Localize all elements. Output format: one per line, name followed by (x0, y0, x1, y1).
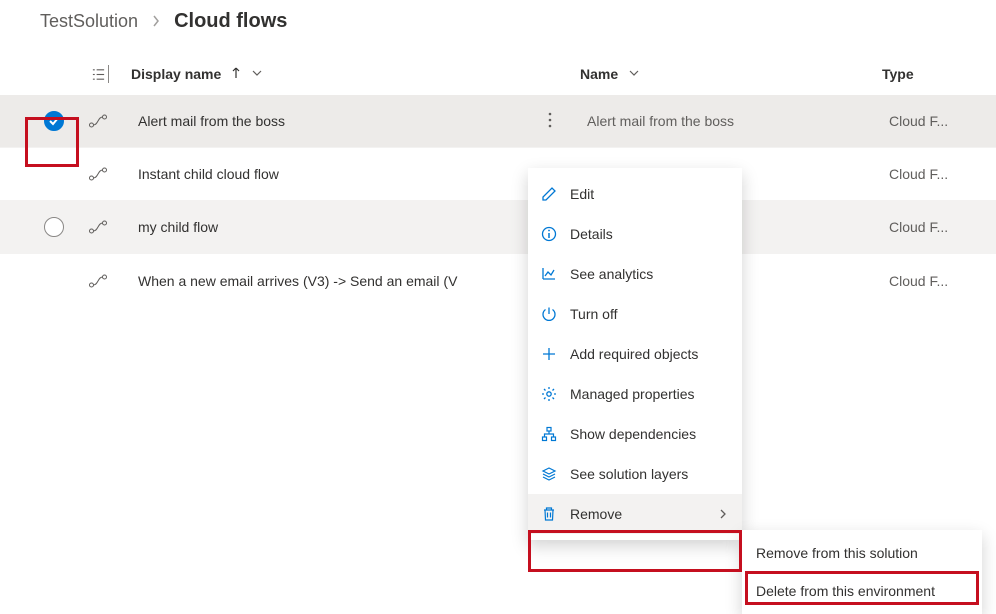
plus-icon (540, 345, 558, 363)
breadcrumb: TestSolution Cloud flows (0, 0, 996, 53)
table-row[interactable]: my child flow Cloud F... (0, 201, 996, 254)
checkbox-checked-icon (44, 111, 64, 131)
more-vertical-icon (548, 112, 552, 131)
row-checkbox[interactable] (28, 111, 80, 131)
table-row[interactable]: Alert mail from the boss Alert mail from… (0, 95, 996, 148)
row-more-button[interactable] (531, 112, 569, 131)
row-checkbox[interactable] (28, 217, 80, 237)
menu-label: See analytics (570, 266, 728, 282)
chevron-down-icon (628, 67, 640, 79)
flows-table: Display name Name Type Alert (0, 53, 996, 307)
row-name: Alert mail from the boss (569, 113, 889, 129)
menu-dependencies[interactable]: Show dependencies (528, 414, 742, 454)
column-label: Type (882, 66, 914, 82)
trash-icon (540, 505, 558, 523)
row-display-name[interactable]: Instant child cloud flow (116, 166, 531, 182)
table-row[interactable]: Instant child cloud flow Cloud F... (0, 148, 996, 201)
submenu-remove-solution[interactable]: Remove from this solution (742, 534, 982, 572)
menu-label: Delete from this environment (756, 583, 935, 599)
flow-icon (80, 167, 116, 181)
menu-label: Show dependencies (570, 426, 728, 442)
row-type: Cloud F... (889, 273, 959, 289)
table-row[interactable]: When a new email arrives (V3) -> Send an… (0, 254, 996, 307)
gear-icon (540, 385, 558, 403)
info-icon (540, 225, 558, 243)
menu-label: Turn off (570, 306, 728, 322)
breadcrumb-current: Cloud flows (174, 10, 287, 33)
column-name[interactable]: Name (562, 66, 882, 82)
chevron-right-icon (718, 506, 728, 522)
row-type: Cloud F... (889, 166, 959, 182)
remove-submenu: Remove from this solution Delete from th… (742, 530, 982, 614)
menu-label: Add required objects (570, 346, 728, 362)
submenu-delete-environment[interactable]: Delete from this environment (742, 572, 982, 610)
menu-turnoff[interactable]: Turn off (528, 294, 742, 334)
row-type: Cloud F... (889, 219, 959, 235)
hierarchy-icon (540, 425, 558, 443)
menu-label: Remove from this solution (756, 545, 918, 561)
flow-icon (80, 220, 116, 234)
column-type[interactable]: Type (882, 66, 952, 82)
menu-analytics[interactable]: See analytics (528, 254, 742, 294)
column-display-name[interactable]: Display name (109, 66, 524, 82)
menu-add-required[interactable]: Add required objects (528, 334, 742, 374)
menu-label: Managed properties (570, 386, 728, 402)
layers-icon (540, 465, 558, 483)
menu-remove[interactable]: Remove (528, 494, 742, 534)
row-display-name[interactable]: Alert mail from the boss (116, 113, 531, 129)
row-display-name[interactable]: When a new email arrives (V3) -> Send an… (116, 273, 531, 289)
menu-label: Edit (570, 186, 728, 202)
flow-icon (80, 114, 116, 128)
column-label: Display name (131, 66, 221, 82)
power-icon (540, 305, 558, 323)
edit-icon (540, 185, 558, 203)
chevron-down-icon (251, 67, 263, 79)
menu-edit[interactable]: Edit (528, 174, 742, 214)
menu-details[interactable]: Details (528, 214, 742, 254)
column-label: Name (580, 66, 618, 82)
menu-solution-layers[interactable]: See solution layers (528, 454, 742, 494)
row-display-name[interactable]: my child flow (116, 219, 531, 235)
sort-ascending-icon (231, 67, 241, 79)
flow-icon (80, 274, 116, 288)
row-type: Cloud F... (889, 113, 959, 129)
checkbox-icon (44, 217, 64, 237)
menu-label: See solution layers (570, 466, 728, 482)
chevron-right-icon (150, 11, 162, 32)
context-menu: Edit Details See analytics Turn off Add … (528, 168, 742, 540)
analytics-icon (540, 265, 558, 283)
menu-label: Remove (570, 506, 706, 522)
menu-label: Details (570, 226, 728, 242)
menu-managed-properties[interactable]: Managed properties (528, 374, 742, 414)
breadcrumb-parent[interactable]: TestSolution (40, 11, 138, 32)
table-header: Display name Name Type (0, 53, 996, 95)
